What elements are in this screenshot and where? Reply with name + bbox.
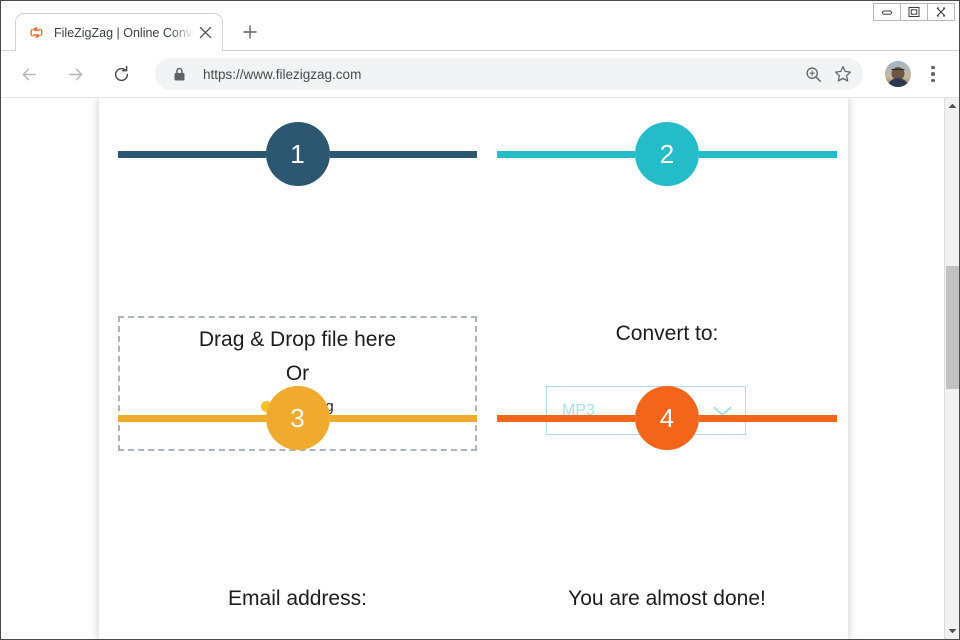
convert-to-label: Convert to: <box>615 322 719 345</box>
step-2-line-left <box>497 150 635 158</box>
url-text: https://www.filezigzag.com <box>203 66 362 82</box>
close-icon[interactable] <box>194 22 216 44</box>
step-3-line-left <box>118 414 266 422</box>
scrollbar-thumb[interactable] <box>946 266 959 389</box>
back-button[interactable] <box>13 58 45 90</box>
step-4-number: 4 <box>659 402 675 433</box>
new-tab-button[interactable] <box>236 18 264 46</box>
step-3-bar: 3 <box>118 386 477 450</box>
step-2-line-right <box>699 150 837 158</box>
forward-arrow-icon <box>68 68 82 80</box>
dropzone-primary-text: Drag & Drop file here <box>198 328 397 351</box>
page-scrollbar[interactable] <box>944 98 959 639</box>
back-arrow-icon <box>22 68 36 80</box>
step-4-line-right <box>699 414 837 422</box>
zoom-magnifier-icon[interactable] <box>799 60 827 88</box>
window-close-button[interactable] <box>927 3 955 21</box>
page-viewport: 1 2 Drag & Drop file here Or Convert to:… <box>1 98 959 639</box>
star-icon[interactable] <box>829 60 857 88</box>
minimize-icon <box>882 10 892 15</box>
maximize-icon <box>908 7 920 17</box>
step-3-line-right <box>329 414 477 422</box>
tab-title: FileZigZag | Online Converter, F <box>54 25 194 40</box>
maximize-button[interactable] <box>900 3 928 21</box>
step-4-circle: 4 <box>635 386 699 450</box>
converter-card: 1 2 Drag & Drop file here Or Convert to:… <box>99 98 848 639</box>
minimize-button[interactable] <box>873 3 901 21</box>
scroll-up-arrow-icon[interactable] <box>945 98 959 114</box>
lock-icon <box>173 67 189 82</box>
almost-done-label: You are almost done! <box>568 587 766 610</box>
step-4-bar: 4 <box>497 386 837 450</box>
browser-toolbar: https://www.filezigzag.com <box>1 51 959 98</box>
page-background: 1 2 Drag & Drop file here Or Convert to:… <box>1 98 944 639</box>
step-2-bar: 2 <box>497 122 837 186</box>
scroll-down-arrow-icon[interactable] <box>945 623 959 639</box>
step-2-circle: 2 <box>635 122 699 186</box>
step-3-circle: 3 <box>265 386 330 450</box>
step-1-number: 1 <box>290 138 305 169</box>
forward-button[interactable] <box>59 58 91 90</box>
step-1-line-right <box>329 150 477 158</box>
tab-strip: FileZigZag | Online Converter, F <box>1 1 959 51</box>
step-1-bar: 1 <box>118 122 477 186</box>
reload-button[interactable] <box>105 58 137 90</box>
browser-window: FileZigZag | Online Converter, F <box>0 0 960 640</box>
address-bar[interactable]: https://www.filezigzag.com <box>155 58 863 90</box>
browser-tab[interactable]: FileZigZag | Online Converter, F <box>15 13 223 51</box>
email-address-label: Email address: <box>228 587 367 610</box>
step-2-number: 2 <box>659 138 675 169</box>
step-4-line-left <box>497 414 635 422</box>
step-1-circle: 1 <box>265 122 330 186</box>
window-close-icon <box>936 7 946 17</box>
filezigzag-logo-icon <box>27 24 45 42</box>
three-dot-menu-icon[interactable] <box>919 58 947 90</box>
dropzone-or-text: Or <box>285 362 310 385</box>
step-1-line-left <box>118 150 266 158</box>
plus-icon <box>243 25 257 39</box>
profile-avatar[interactable] <box>885 61 911 87</box>
step-3-number: 3 <box>290 402 305 433</box>
reload-icon <box>114 65 128 81</box>
window-controls <box>873 3 955 21</box>
